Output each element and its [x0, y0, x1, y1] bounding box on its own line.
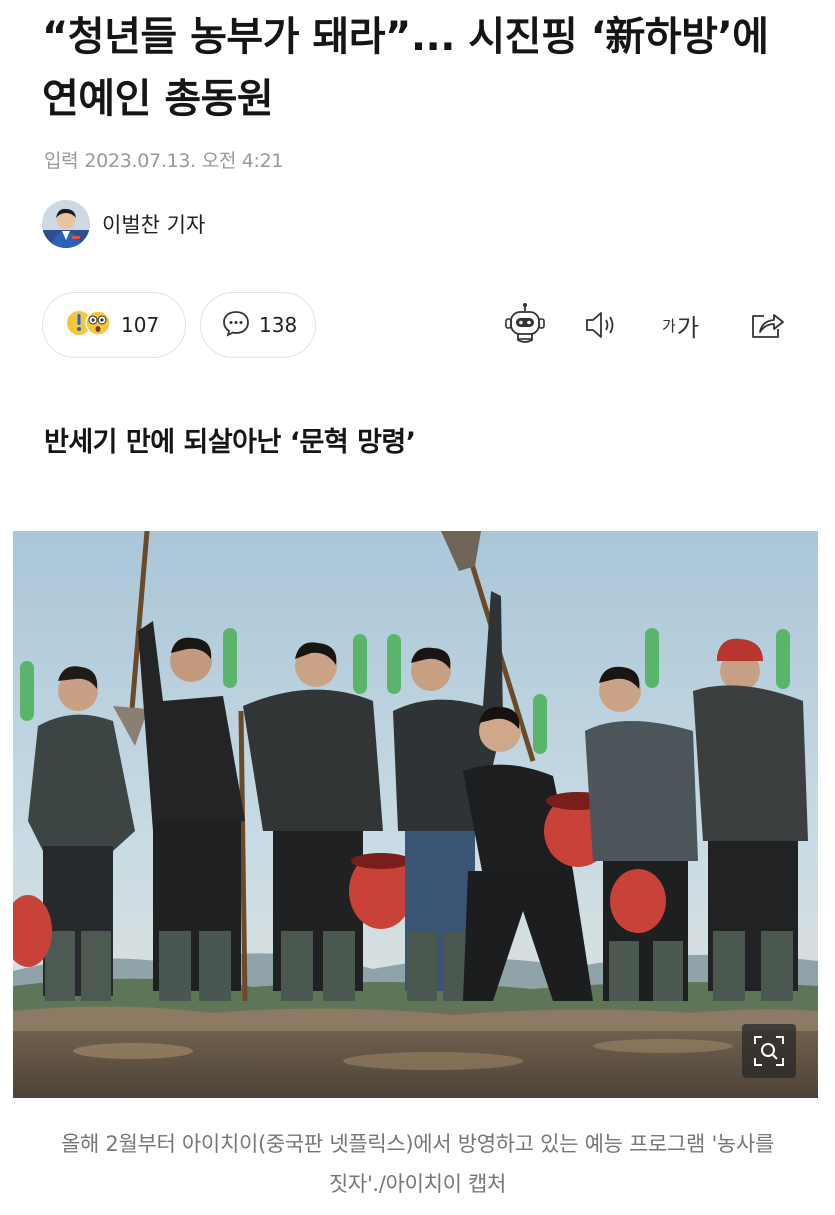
- speech-bubble-icon: [221, 309, 251, 341]
- surprised-emoji-icon: [65, 308, 113, 342]
- robot-summary-icon[interactable]: [502, 302, 548, 348]
- author-avatar[interactable]: [42, 200, 90, 248]
- article-meta: 입력 2023.07.13. 오전 4:21: [44, 146, 284, 173]
- article-toolbar: 가가: [496, 300, 796, 352]
- font-small-label: 가: [662, 317, 676, 335]
- comment-button[interactable]: 138: [200, 292, 316, 358]
- meta-label: 입력: [44, 150, 79, 172]
- author-name[interactable]: 이벌찬 기자: [102, 209, 205, 239]
- photo-zoom-button[interactable]: [742, 1024, 796, 1078]
- zoom-icon: [752, 1034, 786, 1068]
- share-icon[interactable]: [748, 308, 788, 342]
- photo-caption: 올해 2월부터 아이치이(중국판 넷플릭스)에서 방영하고 있는 예능 프로그램…: [61, 1132, 774, 1196]
- article-photo[interactable]: [13, 531, 818, 1098]
- font-large-label: 가: [676, 314, 699, 342]
- comment-count: 138: [259, 313, 298, 337]
- article-headline: “청년들 농부가 돼라”... 시진핑 ‘新하방’에 연예인 총동원: [42, 14, 769, 122]
- reaction-count: 107: [121, 313, 160, 337]
- author-block[interactable]: 이벌찬 기자: [42, 200, 205, 248]
- font-size-icon[interactable]: 가가: [662, 308, 699, 343]
- reaction-button[interactable]: 107: [42, 292, 186, 358]
- article-subheading: 반세기 만에 되살아난 ‘문혁 망령’: [44, 427, 416, 458]
- speaker-icon[interactable]: [582, 308, 622, 342]
- publish-date: 2023.07.13. 오전 4:21: [84, 150, 284, 172]
